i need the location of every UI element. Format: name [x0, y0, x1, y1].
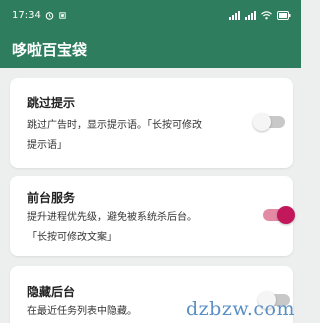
- alarm-icon: [45, 11, 54, 20]
- setting-title: 隐藏后台: [27, 285, 76, 299]
- foreground-service-toggle[interactable]: [263, 206, 295, 224]
- app-title: 哆啦百宝袋: [12, 40, 88, 59]
- signal-2-icon: [245, 10, 256, 20]
- setting-title: 前台服务: [27, 191, 76, 205]
- setting-card-skip-hint[interactable]: 跳过提示 跳过广告时，显示提示语。「长按可修改 提示语」: [10, 78, 293, 168]
- skip-hint-toggle[interactable]: [253, 113, 285, 131]
- status-bar: 17:34: [0, 0, 301, 30]
- setting-description: 跳过广告时，显示提示语。「长按可修改 提示语」: [27, 120, 202, 151]
- setting-card-foreground-service[interactable]: 前台服务 提升进程优先级，避免被系统杀后台。 「长按可修改文案」: [10, 176, 295, 256]
- signal-1-icon: [229, 10, 240, 20]
- app-bar: 哆啦百宝袋: [0, 30, 301, 68]
- watermark: dzbzw.com: [186, 298, 295, 320]
- notification-icon: [58, 11, 67, 20]
- wifi-icon: [261, 10, 272, 20]
- status-time: 17:34: [12, 9, 41, 21]
- setting-description: 提升进程优先级，避免被系统杀后台。 「长按可修改文案」: [27, 212, 197, 243]
- battery-icon: [277, 10, 291, 20]
- setting-title: 跳过提示: [27, 96, 76, 110]
